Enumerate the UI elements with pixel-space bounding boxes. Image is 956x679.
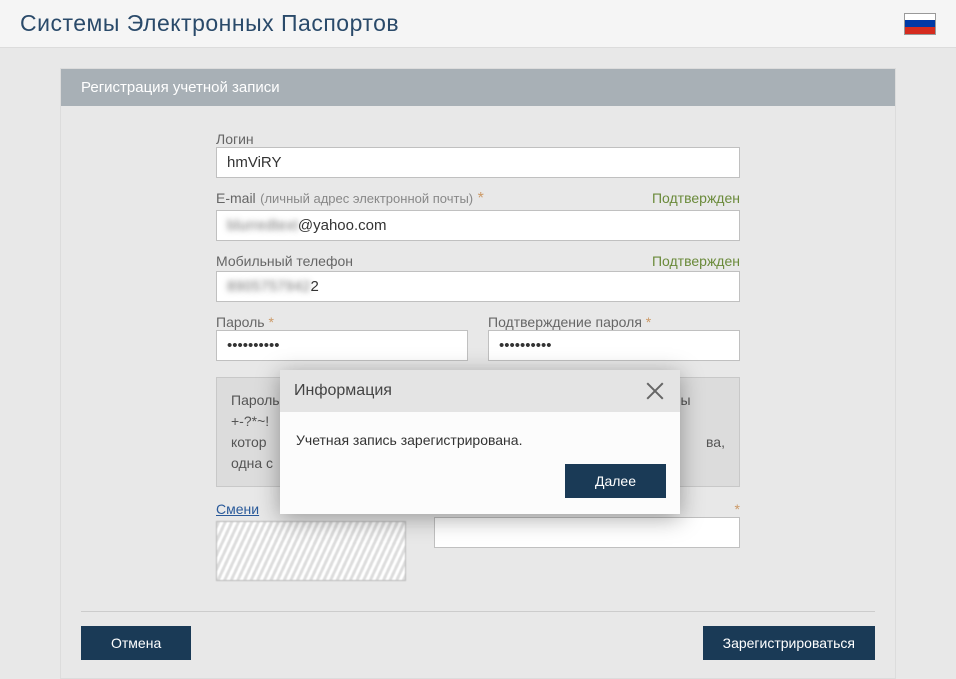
register-button[interactable]: Зарегистрироваться [703,626,875,660]
modal-message: Учетная запись зарегистрирована. [280,412,680,454]
panel-title: Регистрация учетной записи [61,69,895,106]
phone-status: Подтвержден [652,253,740,269]
close-icon[interactable] [644,380,666,402]
form-area: Логин E-mail (личный адрес электронной п… [61,106,895,591]
email-visible-part: @yahoo.com [298,217,387,234]
login-input[interactable] [216,147,740,178]
email-input[interactable]: blurredtext@yahoo.com [216,210,740,241]
password-hint-line: котор [231,432,273,453]
app-title: Системы Электронных Паспортов [20,10,399,37]
modal-footer: Далее [280,454,680,514]
password-hint-line: +-?*~! [231,411,273,432]
email-blurred-part: blurredtext [227,217,298,234]
email-label: E-mail [216,190,256,206]
modal-header: Информация [280,370,680,412]
email-label-row: E-mail (личный адрес электронной почты) … [216,190,740,208]
flag-stripe [905,14,935,21]
email-status: Подтвержден [652,190,740,206]
footer-buttons: Отмена Зарегистрироваться [61,612,895,678]
phone-label-row: Мобильный телефон Подтвержден [216,253,740,269]
phone-blurred-part: 8905757942 [227,278,310,295]
captcha-input[interactable] [434,517,740,548]
app-header: Системы Электронных Паспортов [0,0,956,48]
cancel-button[interactable]: Отмена [81,626,191,660]
password-hint-line: одна с [231,453,273,474]
password-confirm-label: Подтверждение пароля * [488,314,740,330]
password-hint-tail: ва, [706,432,725,453]
phone-input[interactable]: 89057579422 [216,271,740,302]
captcha-image [216,521,406,581]
flag-stripe [905,20,935,27]
next-button[interactable]: Далее [565,464,666,498]
language-flag-icon[interactable] [904,13,936,35]
modal-title: Информация [294,382,392,400]
phone-visible-part: 2 [310,278,318,295]
password-row: Пароль * Подтверждение пароля * [216,314,740,373]
password-input[interactable] [216,330,468,361]
email-sub-label: (личный адрес электронной почты) [260,191,473,206]
password-label: Пароль * [216,314,468,330]
content-area: Регистрация учетной записи Логин E-mail … [0,48,956,679]
password-confirm-input[interactable] [488,330,740,361]
required-asterisk: * [478,190,484,207]
login-label: Логин [216,131,740,147]
info-modal: Информация Учетная запись зарегистрирова… [280,370,680,514]
phone-label: Мобильный телефон [216,253,353,269]
flag-stripe [905,27,935,34]
